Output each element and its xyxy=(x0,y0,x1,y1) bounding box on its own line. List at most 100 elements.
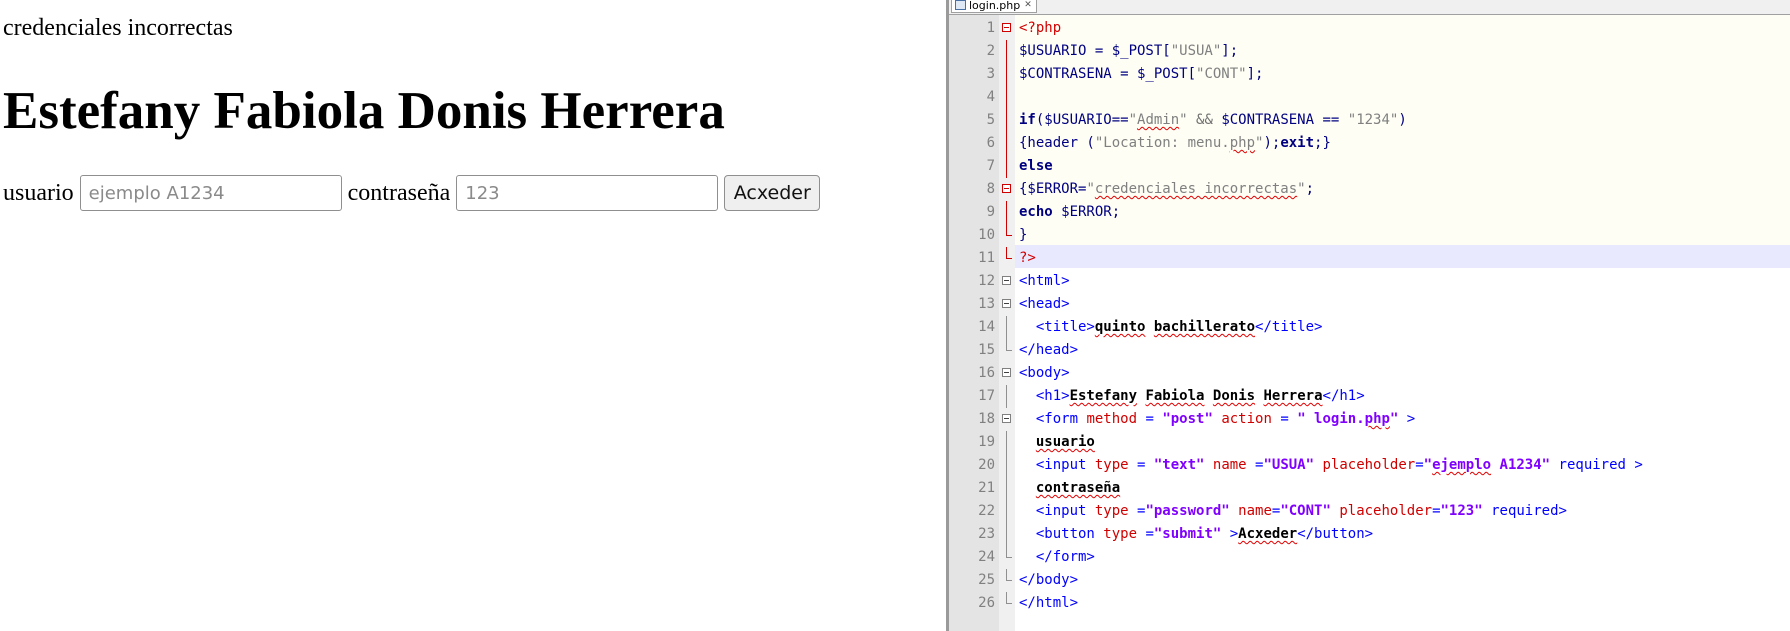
code-line[interactable]: </form> xyxy=(1019,546,1095,569)
code-line[interactable]: echo $ERROR; xyxy=(1019,201,1120,224)
code-token: ejemplo xyxy=(1432,457,1492,473)
usuario-input[interactable] xyxy=(79,175,342,211)
code-token: Fabiola xyxy=(1145,388,1205,404)
fold-toggle-icon[interactable] xyxy=(1001,362,1013,385)
fold-guide xyxy=(1001,316,1013,339)
code-token: <input xyxy=(1019,503,1095,519)
code-line[interactable]: else xyxy=(1019,155,1053,178)
code-token: echo xyxy=(1019,204,1053,220)
fold-guide xyxy=(1001,431,1013,454)
line-number: 18 xyxy=(978,411,995,427)
code-line[interactable]: } xyxy=(1019,224,1027,247)
code-token: <head> xyxy=(1019,296,1070,312)
code-token: "USUA" xyxy=(1170,43,1222,59)
code-token: "CONT" xyxy=(1196,66,1247,82)
code-token: exit xyxy=(1280,135,1315,151)
code-line[interactable]: <form method = "post" action = " login.p… xyxy=(1019,408,1415,431)
line-number: 19 xyxy=(978,434,995,450)
line-number: 12 xyxy=(978,273,995,289)
line-number: 15 xyxy=(978,342,995,358)
submit-button[interactable]: Acxeder xyxy=(724,175,821,211)
usuario-label: usuario xyxy=(3,179,74,206)
code-token: > xyxy=(1221,526,1239,542)
code-token: } xyxy=(1019,227,1028,243)
line-number: 23 xyxy=(978,526,995,542)
login-form: usuario contraseña Acxeder xyxy=(3,174,821,212)
code-line[interactable]: if($USUARIO=="Admin" && $CONTRASENA == "… xyxy=(1019,109,1407,132)
line-number: 6 xyxy=(986,135,995,151)
tab-login-php[interactable]: login.php ✕ xyxy=(951,0,1037,13)
code-line[interactable]: </html> xyxy=(1019,592,1078,615)
code-line[interactable]: <input type = "text" name ="USUA" placeh… xyxy=(1019,454,1643,477)
code-token: ) xyxy=(1398,112,1407,128)
code-line[interactable]: ?> xyxy=(1019,247,1036,270)
fold-guide xyxy=(1001,63,1013,86)
code-token: = xyxy=(1128,457,1154,473)
code-token: <body> xyxy=(1019,365,1070,381)
fold-guide xyxy=(1001,86,1013,109)
code-token: " login. xyxy=(1297,411,1365,427)
fold-guide xyxy=(1001,569,1013,592)
code-line[interactable]: <head> xyxy=(1019,293,1070,316)
close-icon[interactable]: ✕ xyxy=(1024,0,1032,10)
fold-toggle-icon[interactable] xyxy=(1001,270,1013,293)
code-token: php xyxy=(1364,411,1390,427)
code-line[interactable]: contraseña xyxy=(1019,477,1120,500)
code-line[interactable]: {header ("Location: menu.php");exit;} xyxy=(1019,132,1331,155)
code-line[interactable]: <body> xyxy=(1019,362,1070,385)
fold-toggle-icon[interactable] xyxy=(1001,408,1013,431)
code-token: required> xyxy=(1482,503,1567,519)
code-token: $CONTRASENA = $_POST[ xyxy=(1019,66,1197,82)
code-token: "Location: menu. xyxy=(1094,135,1230,151)
code-token: </h1> xyxy=(1322,388,1365,404)
code-token: <title> xyxy=(1019,319,1095,335)
code-token: " xyxy=(1297,181,1306,197)
fold-guide xyxy=(1001,546,1013,569)
code-line[interactable]: <title>quinto bachillerato</title> xyxy=(1019,316,1323,339)
code-token: name xyxy=(1238,503,1272,519)
code-line[interactable]: usuario xyxy=(1019,431,1095,454)
code-token: <h1> xyxy=(1019,388,1070,404)
code-token: = xyxy=(1137,411,1163,427)
code-token: $ERROR; xyxy=(1052,204,1121,220)
code-token: "post" xyxy=(1162,411,1213,427)
fold-toggle-icon[interactable] xyxy=(1001,293,1013,316)
code-token: Admin xyxy=(1137,112,1180,128)
fold-toggle-icon[interactable] xyxy=(1001,17,1013,40)
code-line[interactable]: <input type ="password" name="CONT" plac… xyxy=(1019,500,1567,523)
code-token: method xyxy=(1086,411,1138,427)
code-token: " xyxy=(1086,181,1095,197)
fold-toggle-icon[interactable] xyxy=(1001,178,1013,201)
code-line[interactable]: <button type ="submit" >Acxeder</button> xyxy=(1019,523,1373,546)
fold-guide xyxy=(1001,40,1013,63)
code-editor: login.php ✕ 1 <?php 2 $USUARIO = $_POST["US… xyxy=(946,0,1790,631)
code-token: ]; xyxy=(1246,66,1264,82)
code-line[interactable]: </head> xyxy=(1019,339,1078,362)
code-token: = xyxy=(1432,503,1441,519)
error-message: credenciales incorrectas xyxy=(3,15,233,41)
line-number: 11 xyxy=(978,250,995,266)
code-line[interactable]: $USUARIO = $_POST["USUA"]; xyxy=(1019,40,1238,63)
code-token: placeholder xyxy=(1322,457,1416,473)
code-token: credenciales incorrectas xyxy=(1094,181,1298,197)
code-line[interactable]: </body> xyxy=(1019,569,1078,592)
code-token: "123" xyxy=(1440,503,1483,519)
code-token: " xyxy=(1128,112,1138,128)
code-token: ($USUARIO== xyxy=(1035,112,1129,128)
code-line[interactable]: <h1>Estefany Fabiola Donis Herrera</h1> xyxy=(1019,385,1365,408)
code-line[interactable]: <html> xyxy=(1019,270,1070,293)
code-token: "submit" xyxy=(1153,526,1222,542)
fold-guide xyxy=(1001,523,1013,546)
fold-guide xyxy=(1001,155,1013,178)
password-input[interactable] xyxy=(456,175,719,211)
code-token: usuario xyxy=(1035,434,1095,450)
code-line[interactable]: <?php xyxy=(1019,17,1061,40)
code-line[interactable]: $CONTRASENA = $_POST["CONT"]; xyxy=(1019,63,1263,86)
code-token: <form xyxy=(1019,411,1087,427)
code-token: = xyxy=(1415,457,1424,473)
code-line[interactable]: {$ERROR="credenciales incorrectas"; xyxy=(1019,178,1314,201)
line-number: 20 xyxy=(978,457,995,473)
code-token: if xyxy=(1019,112,1036,128)
code-token: ;} xyxy=(1314,135,1331,151)
